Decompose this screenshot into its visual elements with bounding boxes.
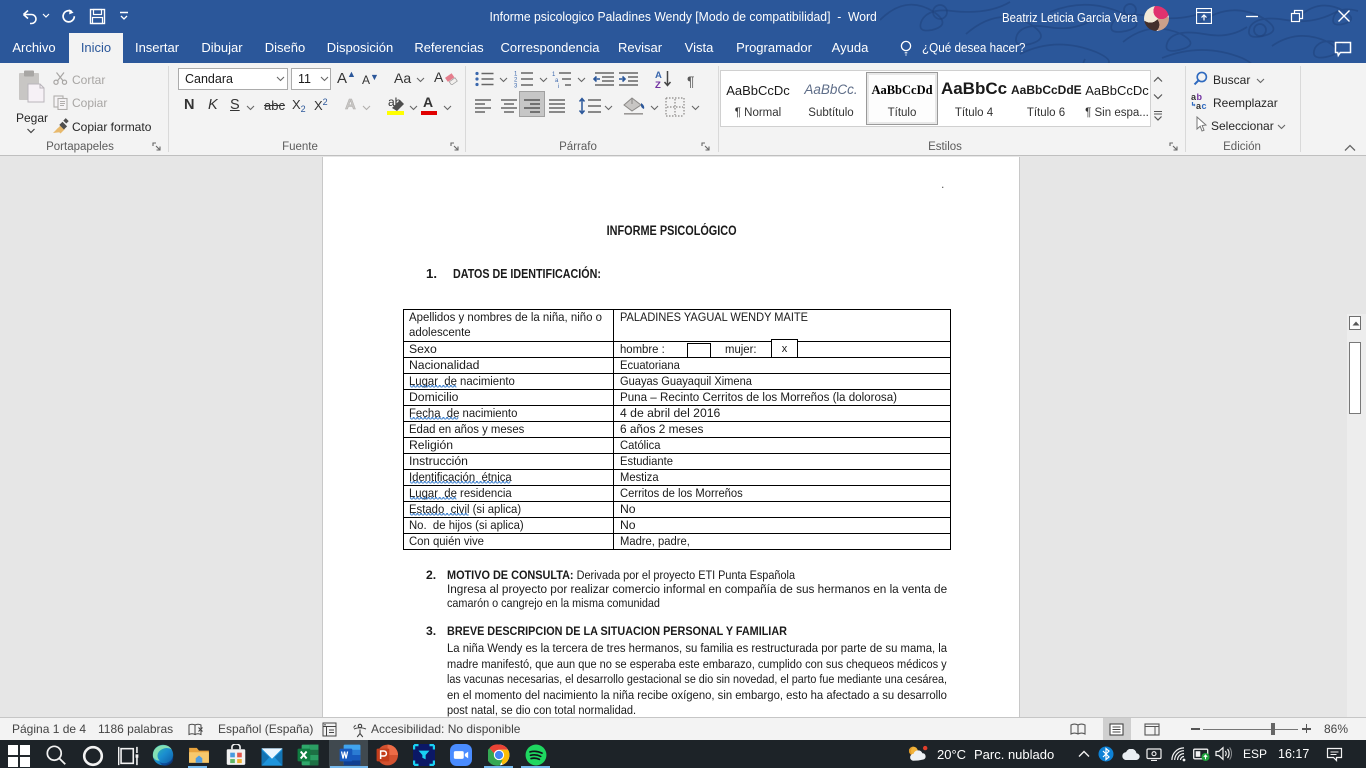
svg-text:3: 3: [514, 84, 518, 89]
svg-text:c: c: [1202, 101, 1207, 110]
svg-text:i: i: [558, 84, 559, 88]
svg-text:Z: Z: [655, 80, 661, 89]
